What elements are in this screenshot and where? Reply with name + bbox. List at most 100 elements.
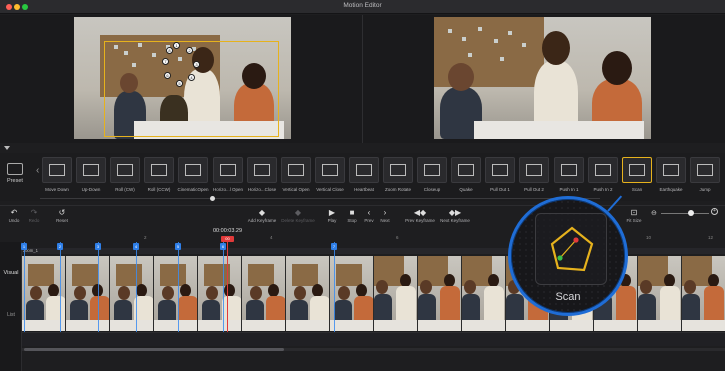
- prev-keyframe-button[interactable]: ◀◆ Prev Keyframe: [402, 208, 438, 226]
- timeline-keyframe[interactable]: 3: [95, 243, 101, 250]
- preset-tile[interactable]: [554, 157, 584, 183]
- keyframe-marker[interactable]: 7: [162, 58, 169, 65]
- motion-crop-frame[interactable]: [104, 41, 279, 137]
- preset-tile[interactable]: [383, 157, 413, 183]
- preset-tile[interactable]: [690, 157, 720, 183]
- redo-button[interactable]: ↷ Redo: [22, 208, 46, 226]
- title-bar: Motion Editor: [0, 0, 725, 14]
- preset-tile[interactable]: [315, 157, 345, 183]
- timeline-keyframe[interactable]: 1: [21, 243, 27, 250]
- preset-thumbnail-icon: [288, 164, 304, 176]
- delete-keyframe-button[interactable]: ◆ Delete Keyframe: [280, 208, 316, 226]
- preset-tile[interactable]: [519, 157, 549, 183]
- zoom-in-icon[interactable]: +: [711, 208, 718, 215]
- preset-tile-label: Vertical Close: [316, 187, 344, 192]
- preset-tile-label: Pull Out 1: [490, 187, 510, 192]
- empty-track: [22, 332, 725, 346]
- preset-tile[interactable]: [451, 157, 481, 183]
- preview-divider: [362, 15, 363, 143]
- playhead[interactable]: [227, 237, 228, 335]
- filmstrip-frame: [110, 256, 154, 331]
- preset-thumbnail-icon: [595, 164, 611, 176]
- timeline-keyframe[interactable]: 4: [133, 243, 139, 250]
- preset-button[interactable]: Preset: [4, 160, 26, 188]
- filmstrip-frame: [418, 256, 462, 331]
- reset-button[interactable]: ↺ Reset: [50, 208, 74, 226]
- preset-tile[interactable]: [144, 157, 174, 183]
- filmstrip-frame: [682, 256, 725, 331]
- preset-tile[interactable]: [281, 157, 311, 183]
- preset-tile-label: Up-Down: [81, 187, 101, 192]
- ruler-tick: 12: [708, 235, 714, 240]
- timeline-scroll-thumb[interactable]: [24, 348, 284, 351]
- collapse-presets-icon[interactable]: [4, 146, 10, 150]
- timeline-zoom-handle[interactable]: [688, 210, 694, 216]
- timeline-keyframe[interactable]: 7: [331, 243, 337, 250]
- reset-icon: ↺: [58, 208, 66, 217]
- preset-thumbnail-icon: [220, 164, 236, 176]
- add-keyframe-icon: ◆: [258, 208, 266, 217]
- scan-preset-callout: Scan: [508, 196, 628, 316]
- preset-thumbnail-icon: [117, 164, 133, 176]
- preset-thumbnail-icon: [663, 164, 679, 176]
- preset-thumbnail-icon: [254, 164, 270, 176]
- preset-thumbnail-icon: [697, 164, 713, 176]
- preset-tile[interactable]: [178, 157, 208, 183]
- preset-tile[interactable]: [42, 157, 72, 183]
- preset-tile[interactable]: [485, 157, 515, 183]
- preset-tile-label: Roll (CCW): [147, 187, 171, 192]
- next-frame-button[interactable]: › Next: [377, 208, 393, 226]
- filmstrip-frame: [198, 256, 242, 331]
- preset-tile-label: Horizo...l Open: [212, 187, 243, 192]
- add-keyframe-button[interactable]: ◆ Add Keyframe: [246, 208, 278, 226]
- timeline-zoom-slider[interactable]: [661, 213, 709, 214]
- window-title: Motion Editor: [343, 2, 382, 9]
- fit-size-button[interactable]: ⊡ Fit Size: [622, 208, 646, 226]
- zoom-out-icon[interactable]: ⊖: [651, 209, 657, 217]
- keyframe-marker[interactable]: 4: [188, 74, 195, 81]
- output-preview: [434, 17, 651, 139]
- preset-thumbnail-icon: [492, 164, 508, 176]
- keyframe-marker[interactable]: 2: [186, 47, 193, 54]
- keyframe-line: [60, 242, 61, 334]
- playhead-handle[interactable]: 00: [221, 236, 234, 242]
- keyframe-marker[interactable]: 6: [164, 72, 171, 79]
- preset-scroll-thumb[interactable]: [210, 196, 215, 201]
- preset-label: Preset: [7, 178, 23, 184]
- preset-tile-label: Scan: [631, 187, 643, 192]
- prev-frame-button[interactable]: ‹ Prev: [361, 208, 377, 226]
- keyframe-line: [98, 242, 99, 334]
- preset-tile[interactable]: [110, 157, 140, 183]
- preset-tile[interactable]: [349, 157, 379, 183]
- preset-thumbnail-icon: [629, 164, 645, 176]
- next-keyframe-button[interactable]: ◆▶ Next Keyframe: [437, 208, 473, 226]
- preset-tile[interactable]: [622, 157, 652, 183]
- preset-tile[interactable]: [417, 157, 447, 183]
- keyframe-marker[interactable]: 3: [193, 61, 200, 68]
- preset-tile[interactable]: [656, 157, 686, 183]
- preset-tile[interactable]: [247, 157, 277, 183]
- ruler-tick: 10: [646, 235, 652, 240]
- timeline-keyframe[interactable]: 2: [57, 243, 63, 250]
- scan-preset-tile-zoomed: [535, 213, 607, 285]
- timeline-keyframe[interactable]: 5: [175, 243, 181, 250]
- preset-tile[interactable]: [76, 157, 106, 183]
- preset-thumbnail-icon: [390, 164, 406, 176]
- preset-thumbnail-icon: [356, 164, 372, 176]
- filmstrip-frame: [286, 256, 330, 331]
- filmstrip-frame: [462, 256, 506, 331]
- list-tab[interactable]: List: [2, 312, 20, 318]
- keyframe-marker[interactable]: 8: [166, 47, 173, 54]
- keyframe-marker[interactable]: 5: [176, 80, 183, 87]
- redo-icon: ↷: [30, 208, 38, 217]
- chevron-left-icon[interactable]: ‹: [36, 165, 39, 176]
- preset-tile[interactable]: [588, 157, 618, 183]
- preset-thumbnail-icon: [151, 164, 167, 176]
- preset-tile[interactable]: [213, 157, 243, 183]
- motion-editor-window: Motion Editor 1 2 3 4 5 6 7 8 Preset ‹ M…: [0, 0, 725, 371]
- keyframe-marker[interactable]: 1: [173, 42, 180, 49]
- filmstrip-frame: [154, 256, 198, 331]
- preset-thumbnail-icon: [424, 164, 440, 176]
- visual-tab[interactable]: Visual: [2, 270, 20, 276]
- timeline-keyframe[interactable]: 6: [220, 243, 226, 250]
